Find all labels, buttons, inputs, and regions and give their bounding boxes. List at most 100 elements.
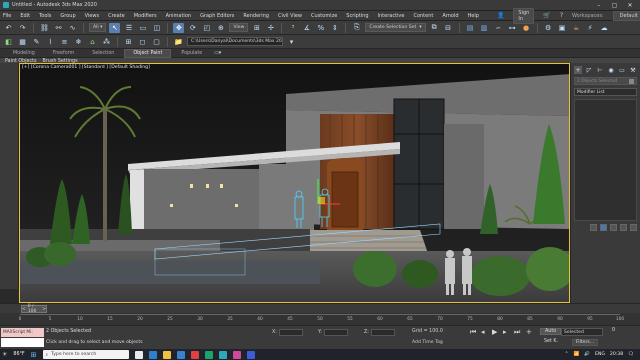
- goto-end-icon[interactable]: ⏭: [514, 328, 520, 337]
- set-key-button[interactable]: Set K.: [540, 339, 562, 344]
- project-folder-icon[interactable]: 📁: [173, 37, 184, 47]
- schematic-view-icon[interactable]: ⊶: [507, 23, 518, 33]
- redo-icon[interactable]: ↷: [17, 23, 28, 33]
- unlink-icon[interactable]: ⚯: [53, 23, 64, 33]
- maximize-button[interactable]: ▢: [607, 2, 621, 9]
- menu-rendering[interactable]: Rendering: [243, 13, 269, 19]
- menu-file[interactable]: File: [3, 13, 11, 19]
- edge-icon[interactable]: [148, 350, 157, 359]
- time-slider-handle[interactable]: <0 / 100 >: [21, 304, 47, 314]
- motion-tab-icon[interactable]: ◉: [607, 66, 615, 74]
- selection-set-dropdown[interactable]: Create Selection Set ▾: [365, 23, 426, 32]
- z-coordinate[interactable]: Z:: [364, 329, 395, 336]
- project-folder-dropdown-icon[interactable]: ▾: [286, 37, 297, 47]
- viewport-layout-icon[interactable]: ⊞: [123, 37, 134, 47]
- add-time-tag[interactable]: Add Time Tag: [412, 340, 443, 345]
- user-icon[interactable]: 👤: [497, 12, 504, 19]
- auto-key-button[interactable]: Auto: [540, 328, 562, 335]
- percent-snap-icon[interactable]: %: [315, 23, 326, 33]
- configure-sets-icon[interactable]: [630, 224, 637, 231]
- select-object-icon[interactable]: ↖: [109, 22, 121, 33]
- selection-filter-dropdown[interactable]: All ▾: [89, 23, 107, 32]
- minimize-button[interactable]: –: [592, 2, 606, 9]
- task-view-icon[interactable]: [134, 350, 143, 359]
- tab-populate[interactable]: Populate: [173, 50, 210, 57]
- render-production-icon[interactable]: ☕: [571, 23, 582, 33]
- project-path-field[interactable]: C:\Users\Danyal\Documents\3ds Max 2020: [187, 37, 283, 46]
- menu-interactive[interactable]: Interactive: [378, 13, 405, 19]
- spinner-snap-icon[interactable]: ⇕: [329, 23, 340, 33]
- link-icon[interactable]: ⛓: [39, 23, 50, 33]
- app-icon-blue[interactable]: [246, 350, 255, 359]
- menu-arnold[interactable]: Arnold: [442, 13, 458, 19]
- help-icon[interactable]: ?: [560, 12, 563, 19]
- maxscript-input[interactable]: [1, 338, 44, 347]
- menu-animation[interactable]: Animation: [166, 13, 192, 19]
- weather-icon[interactable]: ☀: [2, 351, 7, 358]
- safe-frame-icon[interactable]: ▢: [151, 37, 162, 47]
- angle-snap-icon[interactable]: ∡: [301, 23, 312, 33]
- menu-views[interactable]: Views: [85, 13, 99, 19]
- viewport-label[interactable]: [+] [Corona Camera001 ] [Standard ] [Def…: [22, 65, 150, 70]
- place-icon[interactable]: ⊕: [215, 23, 226, 33]
- rotate-icon[interactable]: ⟳: [187, 23, 198, 33]
- file-explorer-icon[interactable]: [162, 350, 171, 359]
- scale-icon[interactable]: ◰: [201, 23, 212, 33]
- 3dsmax-taskbar-icon[interactable]: [218, 350, 227, 359]
- remove-modifier-icon[interactable]: [620, 224, 627, 231]
- key-filter-dropdown[interactable]: Selected: [561, 328, 603, 336]
- app-icon-green[interactable]: [204, 350, 213, 359]
- tab-selection[interactable]: Selection: [84, 50, 122, 57]
- volume-icon[interactable]: 🔊: [584, 352, 590, 357]
- workspace-dropdown[interactable]: Default: [612, 10, 640, 21]
- move-icon[interactable]: ✥: [173, 22, 185, 33]
- menu-civil-view[interactable]: Civil View: [278, 13, 302, 19]
- align-icon[interactable]: ⊟: [443, 23, 454, 33]
- menu-create[interactable]: Create: [108, 13, 125, 19]
- cart-icon[interactable]: 🛒: [543, 12, 550, 19]
- close-button[interactable]: ✕: [623, 2, 637, 9]
- make-unique-icon[interactable]: [610, 224, 617, 231]
- menu-content[interactable]: Content: [413, 13, 433, 19]
- network-icon[interactable]: 📶: [574, 352, 580, 357]
- container-icon[interactable]: ▦: [17, 37, 28, 47]
- pivot-icon[interactable]: ⊞: [251, 23, 262, 33]
- bind-space-warp-icon[interactable]: ∿: [67, 23, 78, 33]
- ribbon-options-icon[interactable]: ▭▾: [212, 48, 223, 58]
- material-editor-icon[interactable]: ●: [521, 23, 532, 33]
- freeze-icon[interactable]: ❄: [73, 37, 84, 47]
- window-crossing-icon[interactable]: ◫: [151, 23, 162, 33]
- render-iteration-icon[interactable]: ⚡: [585, 23, 596, 33]
- named-selection-icon[interactable]: ⎘: [351, 23, 362, 33]
- menu-edit[interactable]: Edit: [20, 13, 30, 19]
- menu-graph-editors[interactable]: Graph Editors: [200, 13, 234, 19]
- utilities-tab-icon[interactable]: ⚒: [629, 66, 637, 74]
- clock[interactable]: 20:38: [610, 352, 623, 357]
- tab-object-paint[interactable]: Object Paint: [124, 48, 172, 58]
- time-slider[interactable]: <0 / 100 >: [0, 303, 640, 314]
- x-coordinate[interactable]: X:: [272, 329, 303, 336]
- modify-tab-icon[interactable]: ◸: [585, 66, 593, 74]
- menu-group[interactable]: Group: [60, 13, 75, 19]
- view-dropdown[interactable]: View: [229, 23, 249, 32]
- render-setup-icon[interactable]: ⚙: [543, 23, 554, 33]
- modifier-stack[interactable]: [574, 99, 637, 221]
- pin-stack-icon[interactable]: [590, 224, 597, 231]
- track-bar[interactable]: 0 5 10 15 20 25 30 35 40 45 50 55 60 65 70 75 80 85 90 95 10…: [0, 313, 640, 325]
- maxscript-listener[interactable]: MAXScript Mi:: [1, 328, 44, 337]
- taskbar-search[interactable]: ⌕ Type here to search: [42, 350, 129, 359]
- hierarchy-tab-icon[interactable]: ⊢: [596, 66, 604, 74]
- filters-button[interactable]: Filters...: [572, 339, 599, 346]
- play-icon[interactable]: ▶: [492, 328, 497, 336]
- notifications-icon[interactable]: 🗨: [628, 352, 634, 357]
- tab-freeform[interactable]: Freeform: [45, 50, 82, 57]
- language-indicator[interactable]: ENG: [595, 352, 605, 357]
- curve-editor-icon[interactable]: ∽: [493, 23, 504, 33]
- a360-icon[interactable]: ☁: [599, 23, 610, 33]
- manipulate-icon[interactable]: ✢: [265, 23, 276, 33]
- undo-icon[interactable]: ↶: [3, 23, 14, 33]
- mirror-icon[interactable]: ⧉: [429, 23, 440, 33]
- prev-key-icon[interactable]: ◂: [481, 328, 485, 336]
- brush-icon[interactable]: ✎: [31, 37, 42, 47]
- goto-start-icon[interactable]: ⏮: [470, 328, 476, 337]
